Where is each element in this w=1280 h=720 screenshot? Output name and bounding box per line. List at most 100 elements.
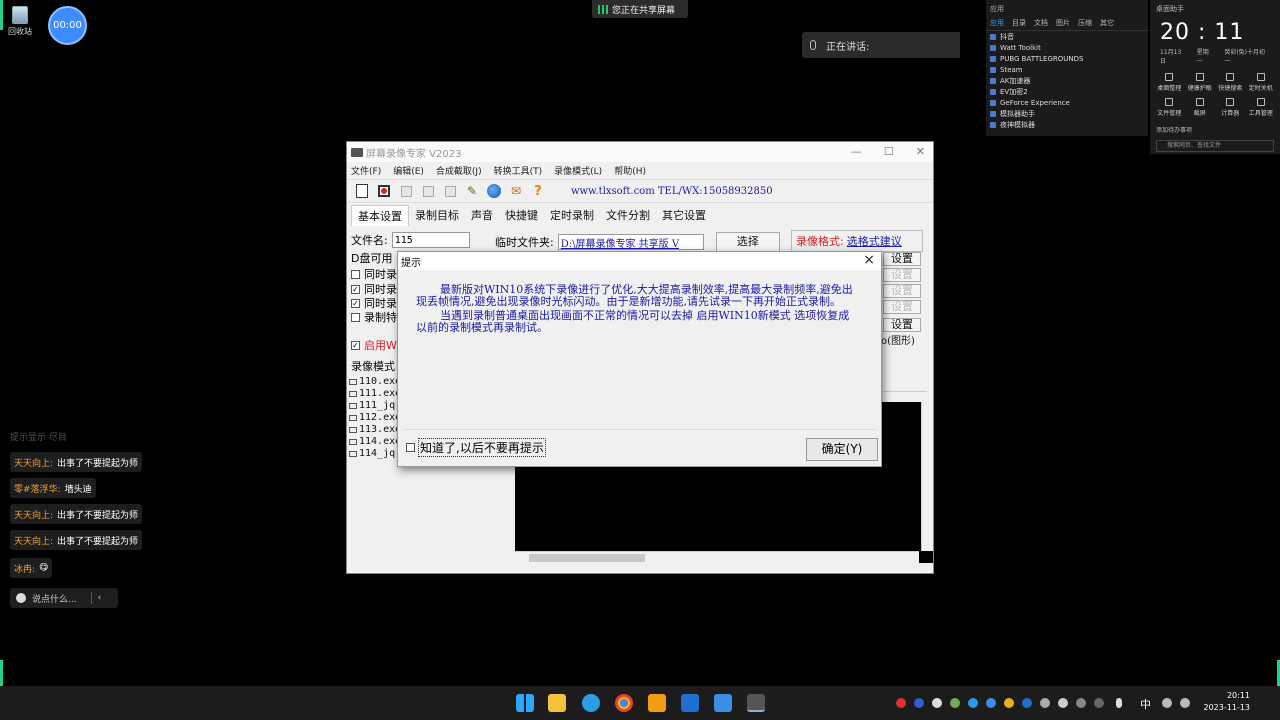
list-item[interactable]: 114.exe [349,436,401,448]
app-item[interactable]: GeForce Experience [986,97,1148,108]
tray-icon[interactable] [1094,698,1104,708]
edge-icon[interactable] [582,694,600,712]
app-item[interactable]: Watt Toolkit [986,42,1148,53]
app-item[interactable]: AK加速器 [986,75,1148,86]
settings-button[interactable]: 设置 [883,252,921,266]
select-folder-button[interactable]: 选择 [715,232,780,252]
chat-input[interactable]: 说点什么... ‹ [10,588,118,608]
checkbox[interactable]: ✓ [351,284,360,294]
app-item[interactable]: 夜神模拟器 [986,119,1148,130]
widget-tool[interactable]: 快捷搜索 [1215,73,1246,92]
settings-button[interactable]: 设置 [883,284,921,298]
tools-button[interactable]: ✎ [463,182,481,200]
tab-schedule[interactable]: 定时录制 [544,205,600,226]
menu-compose[interactable]: 合成截取(J) [436,164,482,177]
close-icon[interactable]: × [863,252,875,268]
stop-button[interactable] [419,182,437,200]
tray-icon[interactable] [896,698,906,708]
tab-basic[interactable]: 基本设置 [351,205,409,226]
app-item[interactable]: 抖音 [986,31,1148,42]
tray-icon[interactable] [986,698,996,708]
app-item[interactable]: EV加密2 [986,86,1148,97]
app-item[interactable]: PUBG BATTLEGROUNDS [986,53,1148,64]
gear-icon[interactable] [1058,698,1068,708]
list-item[interactable]: 113.exe [349,424,401,436]
microphone-icon[interactable] [1116,698,1122,708]
menu-file[interactable]: 文件(F) [351,164,381,177]
menu-mode[interactable]: 录像模式(L) [554,164,602,177]
taskbar-clock[interactable]: 20:11 2023-11-13 [1200,690,1251,714]
share-button[interactable]: ✉ [507,182,525,200]
app-icon[interactable] [681,694,699,712]
tab-target[interactable]: 录制目标 [409,205,465,226]
tray-icon[interactable] [968,698,978,708]
widget-tool[interactable]: 文件管理 [1154,98,1185,117]
scroll-thumb[interactable] [529,554,645,562]
tab-split[interactable]: 文件分割 [600,205,656,226]
network-icon[interactable] [1162,698,1172,708]
pause-button[interactable] [397,182,415,200]
widget-tool[interactable]: 计算器 [1215,98,1246,117]
settings-button[interactable]: 设置 [883,318,921,332]
widget-tool[interactable]: 截屏 [1185,98,1216,117]
widget-tool[interactable]: 工具管理 [1246,98,1277,117]
apps-tab[interactable]: 其它 [1100,18,1114,28]
checkbox[interactable]: ✓ [351,340,360,350]
app-item[interactable]: 模拟器助手 [986,108,1148,119]
win10-mode-checkbox[interactable]: ✓ 启用WI [351,337,400,353]
list-item[interactable]: 112.exe [349,412,401,424]
apps-tab[interactable]: 压缩 [1078,18,1092,28]
apps-tab[interactable]: 目录 [1012,18,1026,28]
checkbox[interactable] [351,269,360,279]
windows-start-icon[interactable] [516,694,534,712]
tray-icon[interactable] [1076,698,1086,708]
menu-edit[interactable]: 编辑(E) [393,164,424,177]
apps-tab[interactable]: 图片 [1056,18,1070,28]
app-item[interactable]: Steam [986,64,1148,75]
widget-tool[interactable]: 桌面整理 [1154,73,1185,92]
vertical-scrollbar[interactable] [921,402,933,551]
meeting-icon[interactable] [714,694,732,712]
tab-other[interactable]: 其它设置 [656,205,712,226]
emoji-icon[interactable] [16,593,26,603]
settings-button[interactable]: 设置 [883,300,921,314]
chrome-icon[interactable] [615,694,633,712]
input-language[interactable]: 中 [1140,696,1151,712]
help-button[interactable]: ? [529,182,547,200]
volume-icon[interactable] [1180,698,1190,708]
recycle-bin[interactable]: 回收站 [8,6,32,37]
tab-hotkeys[interactable]: 快捷键 [499,205,544,226]
dont-show-again[interactable]: 知道了,以后不要再提示 [406,438,546,457]
list-item[interactable]: 111_jq. [349,400,401,412]
minimize-icon[interactable]: — [851,145,862,158]
tab-audio[interactable]: 声音 [465,205,499,226]
maximize-icon[interactable]: ☐ [884,145,894,158]
tempdir-path[interactable]: D:\屏幕录像专家 共享版 V [557,234,704,250]
option-checkbox[interactable]: 同时录 [351,266,397,282]
tray-icon[interactable] [932,698,942,708]
web-button[interactable] [485,182,503,200]
tray-icon[interactable] [914,698,924,708]
settings-button[interactable]: 设置 [883,268,921,282]
checkbox[interactable] [351,312,360,322]
list-item[interactable]: 114_jq. [349,448,401,460]
checkbox[interactable] [406,443,415,452]
apps-tab[interactable]: 应用 [990,18,1004,28]
format-suggestion-link[interactable]: 选格式建议 [847,233,902,249]
horizontal-scrollbar[interactable] [515,551,919,563]
menu-help[interactable]: 帮助(H) [614,164,646,177]
app-icon[interactable] [648,694,666,712]
tray-icon[interactable] [1040,698,1050,708]
record-button[interactable] [375,182,393,200]
list-item[interactable]: 110.exe [349,376,401,388]
widget-search[interactable]: 搜索网页、查找文件 [1156,140,1274,152]
tray-icon[interactable] [1004,698,1014,708]
checkbox[interactable]: ✓ [351,298,360,308]
file-explorer-icon[interactable] [548,694,566,712]
option-checkbox[interactable]: 录制特 [351,309,397,325]
close-icon[interactable]: ✕ [916,145,925,158]
ok-button[interactable]: 确定(Y) [806,438,878,461]
tray-icon[interactable] [950,698,960,708]
recording-timer[interactable]: 00:00 [48,6,87,45]
screen-share-banner[interactable]: 您正在共享屏幕 [592,0,688,18]
